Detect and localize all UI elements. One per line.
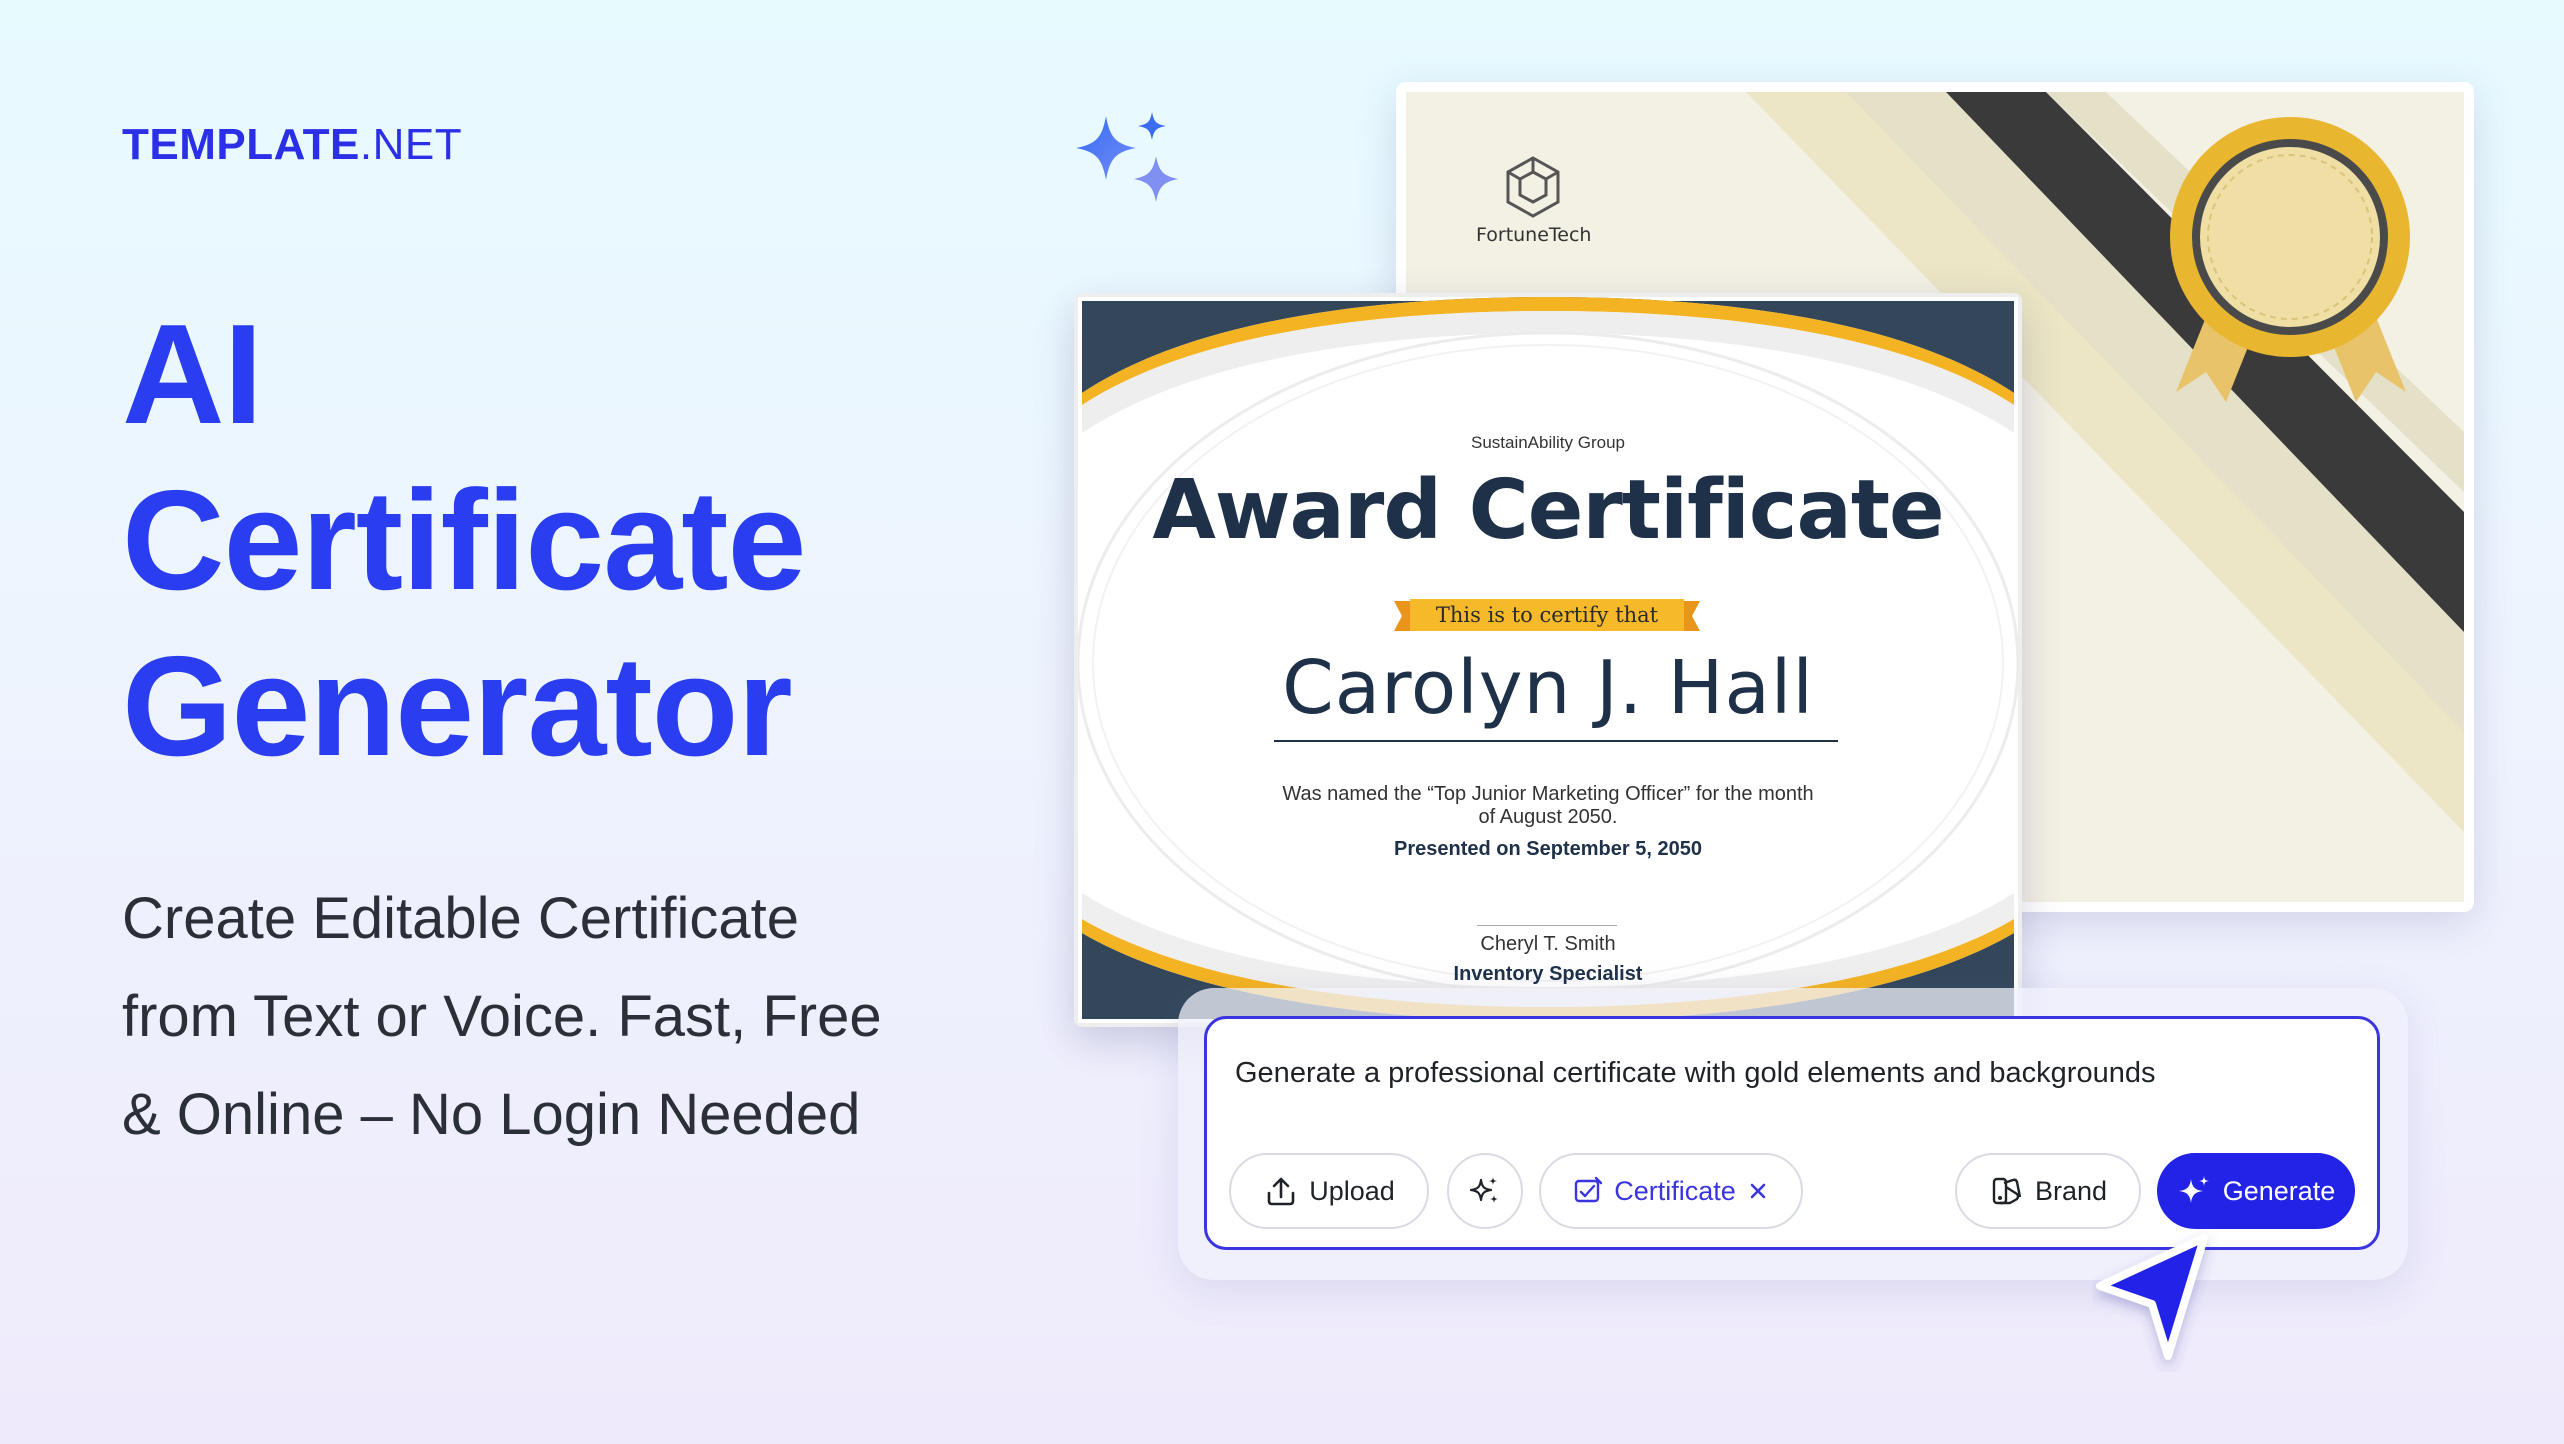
page-subtitle: Create Editable Certificate from Text or… (122, 870, 1022, 1164)
generate-button-label: Generate (2222, 1175, 2336, 1206)
award-certificate-preview[interactable]: SustainAbility Group Award Certificate T… (1074, 293, 2022, 1027)
headline-line-2: Certificate (122, 461, 806, 620)
magic-enhance-button[interactable] (1447, 1153, 1523, 1229)
sparkle-icon (2178, 1176, 2209, 1203)
logo-bold-text: TEMPLATE (122, 120, 360, 169)
sparkles-icon (1076, 112, 1178, 202)
upload-button-label: Upload (1309, 1175, 1395, 1206)
cursor-arrow-icon (2096, 1234, 2208, 1360)
upload-button[interactable]: Upload (1229, 1153, 1429, 1229)
prompt-box[interactable]: Generate a professional certificate with… (1204, 1016, 2380, 1250)
brand-icon (1992, 1177, 2022, 1205)
upload-icon (1267, 1177, 1295, 1206)
brand-button[interactable]: Brand (1955, 1153, 2141, 1229)
page-title: AI Certificate Generator (122, 292, 806, 790)
description-line-1: Was named the “Top Junior Marketing Offi… (1282, 783, 1814, 805)
recipient-underline (1274, 740, 1838, 742)
headline-line-3: Generator (122, 627, 793, 786)
brand-button-label: Brand (2034, 1175, 2108, 1206)
subtitle-line-1: Create Editable Certificate (122, 886, 799, 951)
magic-wand-icon (1469, 1177, 1498, 1203)
back-certificate-company: FortuneTech (1476, 224, 1592, 246)
certificate-chip[interactable]: Certificate (1539, 1153, 1803, 1229)
certificate-recipient: Carolyn J. Hall (1282, 645, 1814, 731)
template-net-logo[interactable]: TEMPLATE.NET (122, 120, 462, 170)
certificate-signer-title: Inventory Specialist (1453, 963, 1643, 985)
close-icon[interactable] (1746, 1179, 1770, 1203)
page: TEMPLATE.NET AI Certificate Generator Cr… (0, 0, 2564, 1444)
generate-button[interactable]: Generate (2157, 1153, 2355, 1229)
certificate-signer-name: Cheryl T. Smith (1480, 933, 1616, 955)
certificate-organization: SustainAbility Group (1470, 433, 1626, 452)
subtitle-line-3: & Online – No Login Needed (122, 1082, 861, 1147)
certificate-chip-label: Certificate (1614, 1175, 1736, 1206)
prompt-input[interactable]: Generate a professional certificate with… (1235, 1057, 2155, 1090)
description-line-2: of August 2050. (1478, 806, 1618, 828)
certificate-ribbon-text: This is to certify that (1435, 603, 1659, 627)
certificate-description: Was named the “Top Junior Marketing Offi… (1234, 783, 1862, 829)
headline-line-1: AI (122, 295, 263, 454)
subtitle-line-2: from Text or Voice. Fast, Free (122, 984, 882, 1049)
fortunetech-logo-icon (1506, 156, 1560, 218)
certificate-icon (1575, 1176, 1603, 1203)
logo-rest-text: .NET (359, 120, 463, 169)
certificate-presented-date: Presented on September 5, 2050 (1394, 838, 1702, 860)
signature-line (1477, 925, 1617, 926)
certificate-title: Award Certificate (1152, 463, 1944, 558)
